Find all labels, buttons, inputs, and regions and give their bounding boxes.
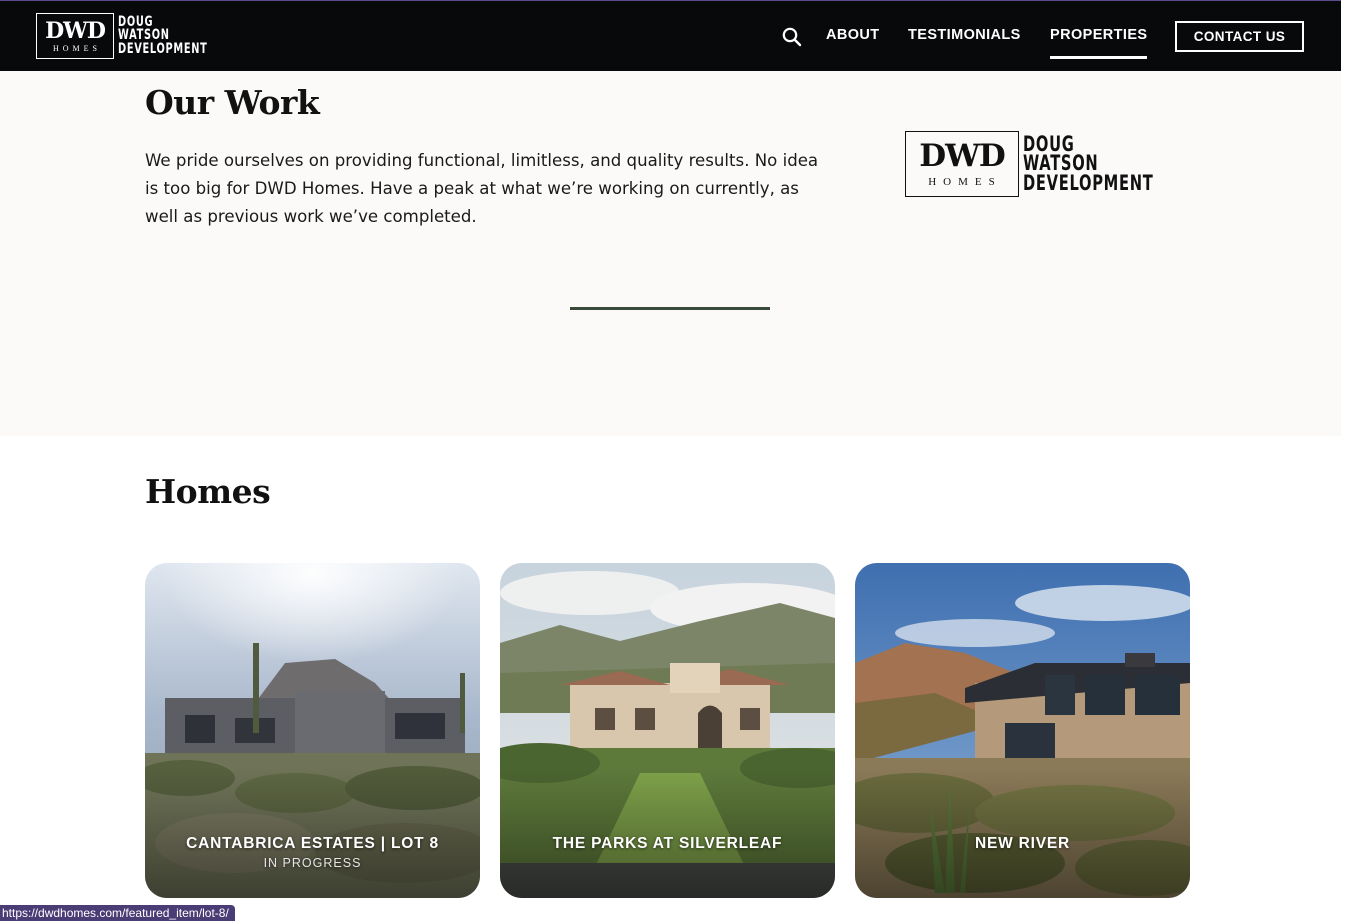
logo-box: DWD HOMES — [905, 131, 1019, 197]
our-work-text: We pride ourselves on providing function… — [145, 151, 819, 226]
logo-word: DEVELOPMENT — [1023, 170, 1154, 195]
site-header: DWD HOMES DOUG WATSON DEVELOPMENT ABOUT … — [0, 1, 1341, 71]
logo-words: DOUG WATSON DEVELOPMENT — [1023, 133, 1154, 195]
logo-words: DOUG WATSON DEVELOPMENT — [118, 15, 208, 57]
nav-properties[interactable]: PROPERTIES — [1050, 27, 1148, 59]
section-logo: DWD HOMES DOUG WATSON DEVELOPMENT — [905, 131, 1209, 197]
search-icon[interactable] — [782, 27, 802, 47]
homes-title: Homes — [145, 472, 271, 511]
logo-word: DEVELOPMENT — [118, 40, 208, 57]
status-bar-url: https://dwdhomes.com/featured_item/lot-8… — [0, 905, 235, 921]
our-work-section: Our Work We pride ourselves on providing… — [0, 71, 1341, 436]
logo-sub: HOMES — [928, 175, 1002, 188]
home-card-cantabrica[interactable]: CANTABRICA ESTATES | LOT 8 IN PROGRESS — [145, 563, 480, 898]
logo-box: DWD HOMES — [36, 13, 114, 59]
contact-us-button[interactable]: CONTACT US — [1175, 21, 1304, 52]
card-shade — [500, 768, 835, 898]
home-card-status: IN PROGRESS — [263, 856, 362, 870]
home-card-title: THE PARKS AT SILVERLEAF — [552, 835, 783, 852]
home-card-title: CANTABRICA ESTATES | LOT 8 — [186, 835, 439, 852]
logo-sub: HOMES — [52, 43, 101, 53]
our-work-title: Our Work — [145, 83, 320, 122]
logo-mark: DWD — [919, 137, 1006, 174]
home-card-title: NEW RIVER — [974, 835, 1071, 852]
card-shade — [145, 768, 480, 898]
section-divider — [570, 307, 770, 310]
header-logo[interactable]: DWD HOMES DOUG WATSON DEVELOPMENT — [36, 13, 246, 59]
home-card-new-river[interactable]: NEW RIVER — [855, 563, 1190, 898]
logo-mark: DWD — [45, 17, 106, 44]
nav-about[interactable]: ABOUT — [826, 27, 880, 43]
nav-testimonials[interactable]: TESTIMONIALS — [908, 27, 1021, 43]
card-shade — [855, 768, 1190, 898]
home-card-silverleaf[interactable]: THE PARKS AT SILVERLEAF — [500, 563, 835, 898]
